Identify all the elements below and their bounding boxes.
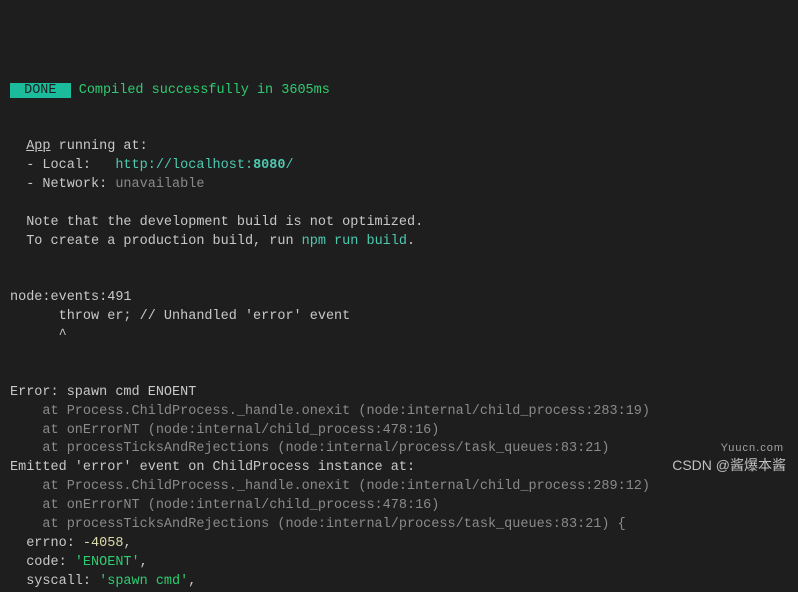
- code-comma: ,: [140, 555, 148, 570]
- error-title: Error: spawn cmd ENOENT: [10, 385, 196, 400]
- note-line-1: Note that the development build is not o…: [10, 215, 423, 230]
- network-value: unavailable: [115, 177, 204, 192]
- npm-command: npm run build: [302, 234, 407, 249]
- watermark-text: CSDN @酱爆本酱: [672, 456, 786, 476]
- stack-line-2: at onErrorNT (node:internal/child_proces…: [10, 423, 439, 438]
- stack-line-5: at onErrorNT (node:internal/child_proces…: [10, 498, 439, 513]
- running-at-label: running at:: [51, 139, 148, 154]
- stack-line-1: at Process.ChildProcess._handle.onexit (…: [10, 404, 650, 419]
- note-line-2-suffix: .: [407, 234, 415, 249]
- note-line-2-prefix: To create a production build, run: [10, 234, 302, 249]
- local-url[interactable]: http://localhost:8080/: [115, 158, 293, 173]
- syscall-label: syscall:: [10, 574, 99, 589]
- done-badge: DONE: [10, 83, 71, 98]
- emitted-title: Emitted 'error' event on ChildProcess in…: [10, 460, 415, 475]
- errno-value: -4058: [83, 536, 124, 551]
- syscall-value: 'spawn cmd': [99, 574, 188, 589]
- caret-line: ^: [10, 328, 67, 343]
- watermark-logo: Yuucn.com: [721, 441, 784, 456]
- compiled-message: Compiled successfully in 3605ms: [79, 83, 330, 98]
- app-label: App: [26, 139, 50, 154]
- stack-line-3: at processTicksAndRejections (node:inter…: [10, 441, 610, 456]
- local-label: - Local:: [10, 158, 115, 173]
- errno-label: errno:: [10, 536, 83, 551]
- stack-line-4: at Process.ChildProcess._handle.onexit (…: [10, 479, 650, 494]
- errno-comma: ,: [123, 536, 131, 551]
- code-label: code:: [10, 555, 75, 570]
- throw-line: throw er; // Unhandled 'error' event: [10, 309, 350, 324]
- syscall-comma: ,: [188, 574, 196, 589]
- network-label: - Network:: [10, 177, 115, 192]
- code-value: 'ENOENT': [75, 555, 140, 570]
- events-line: node:events:491: [10, 290, 132, 305]
- stack-line-6: at processTicksAndRejections (node:inter…: [10, 517, 626, 532]
